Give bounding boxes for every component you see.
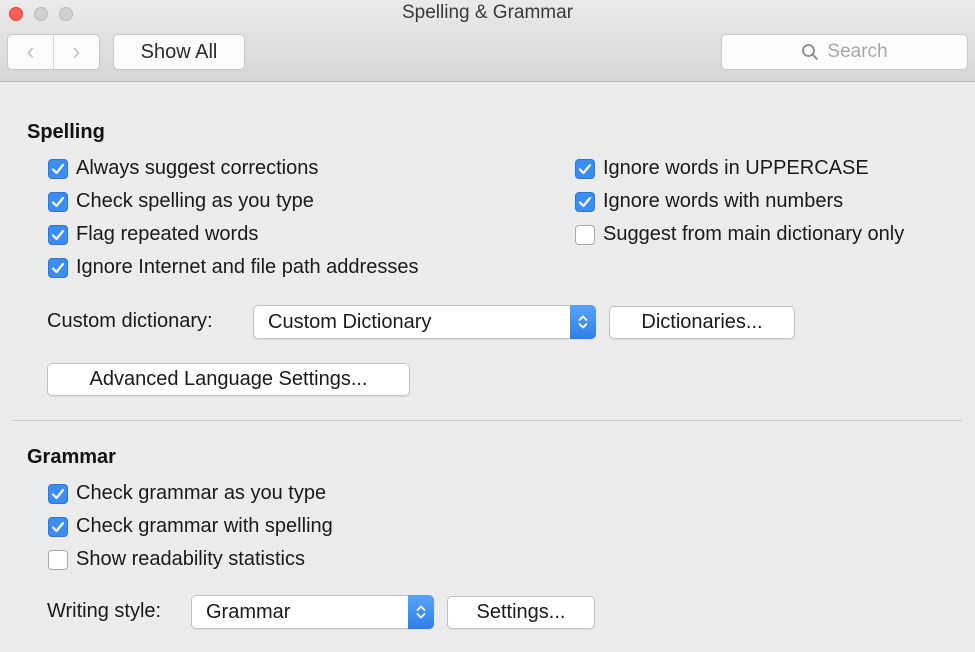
checkbox-ignore-words-with-numbers[interactable]: Ignore words with numbers xyxy=(575,190,843,213)
custom-dictionary-value: Custom Dictionary xyxy=(268,310,432,333)
checkbox-label: Ignore words in UPPERCASE xyxy=(603,157,869,179)
search-placeholder: Search xyxy=(827,41,888,62)
checkbox-label: Show readability statistics xyxy=(76,548,305,570)
checkbox-ignore-internet-addresses[interactable]: Ignore Internet and file path addresses xyxy=(48,256,418,279)
chevron-left-icon: ‹ xyxy=(26,38,35,65)
checkbox-label: Check grammar with spelling xyxy=(76,515,333,537)
checkbox-checked-icon[interactable] xyxy=(48,516,68,537)
search-input[interactable]: Search xyxy=(721,34,968,70)
window-title: Spelling & Grammar xyxy=(401,2,574,23)
checkbox-checked-icon[interactable] xyxy=(48,191,68,212)
back-button[interactable]: ‹ xyxy=(8,35,53,69)
checkbox-checked-icon[interactable] xyxy=(48,158,68,179)
checkbox-label: Check grammar as you type xyxy=(76,482,327,504)
checkbox-suggest-main-dictionary-only[interactable]: Suggest from main dictionary only xyxy=(575,223,904,246)
show-all-button[interactable]: Show All xyxy=(113,34,245,70)
checkbox-check-grammar-as-you-type[interactable]: Check grammar as you type xyxy=(48,482,326,505)
grammar-settings-button[interactable]: Settings... xyxy=(447,596,595,629)
checkbox-label: Ignore Internet and file path addresses xyxy=(76,256,419,278)
navigation-buttons: ‹ › xyxy=(7,34,100,70)
checkbox-flag-repeated-words[interactable]: Flag repeated words xyxy=(48,223,258,246)
checkbox-show-readability-statistics[interactable]: Show readability statistics xyxy=(48,548,305,571)
up-down-chevron-icon[interactable] xyxy=(408,595,434,629)
checkbox-checked-icon[interactable] xyxy=(48,483,68,504)
checkbox-unchecked-icon[interactable] xyxy=(48,549,68,570)
checkbox-checked-icon[interactable] xyxy=(48,224,68,245)
checkbox-label: Check spelling as you type xyxy=(76,190,314,212)
search-icon xyxy=(802,44,819,60)
checkbox-check-grammar-with-spelling[interactable]: Check grammar with spelling xyxy=(48,515,333,538)
dictionaries-button[interactable]: Dictionaries... xyxy=(609,306,795,339)
checkbox-ignore-uppercase[interactable]: Ignore words in UPPERCASE xyxy=(575,157,869,180)
custom-dictionary-label: Custom dictionary: xyxy=(47,310,213,332)
advanced-language-settings-button[interactable]: Advanced Language Settings... xyxy=(47,363,410,396)
checkbox-label: Suggest from main dictionary only xyxy=(603,223,905,245)
section-divider xyxy=(12,420,962,421)
spelling-section-title: Spelling xyxy=(27,121,105,143)
custom-dictionary-popup[interactable]: Custom Dictionary xyxy=(253,305,596,339)
writing-style-label: Writing style: xyxy=(47,600,162,622)
writing-style-value: Grammar xyxy=(206,600,291,623)
checkbox-always-suggest-corrections[interactable]: Always suggest corrections xyxy=(48,157,318,180)
checkbox-checked-icon[interactable] xyxy=(575,158,595,179)
checkbox-label: Always suggest corrections xyxy=(76,157,319,179)
checkbox-unchecked-icon[interactable] xyxy=(575,224,595,245)
checkbox-checked-icon[interactable] xyxy=(575,191,595,212)
forward-button[interactable]: › xyxy=(53,35,99,69)
toolbar: Spelling & Grammar ‹ › Show All Search xyxy=(0,0,975,82)
checkbox-label: Ignore words with numbers xyxy=(603,190,844,212)
up-down-chevron-icon[interactable] xyxy=(570,305,596,339)
checkbox-checked-icon[interactable] xyxy=(48,257,68,278)
chevron-right-icon: › xyxy=(72,38,81,65)
checkbox-check-spelling-as-you-type[interactable]: Check spelling as you type xyxy=(48,190,314,213)
grammar-section-title: Grammar xyxy=(27,446,116,468)
checkbox-label: Flag repeated words xyxy=(76,223,259,245)
writing-style-popup[interactable]: Grammar xyxy=(191,595,434,629)
